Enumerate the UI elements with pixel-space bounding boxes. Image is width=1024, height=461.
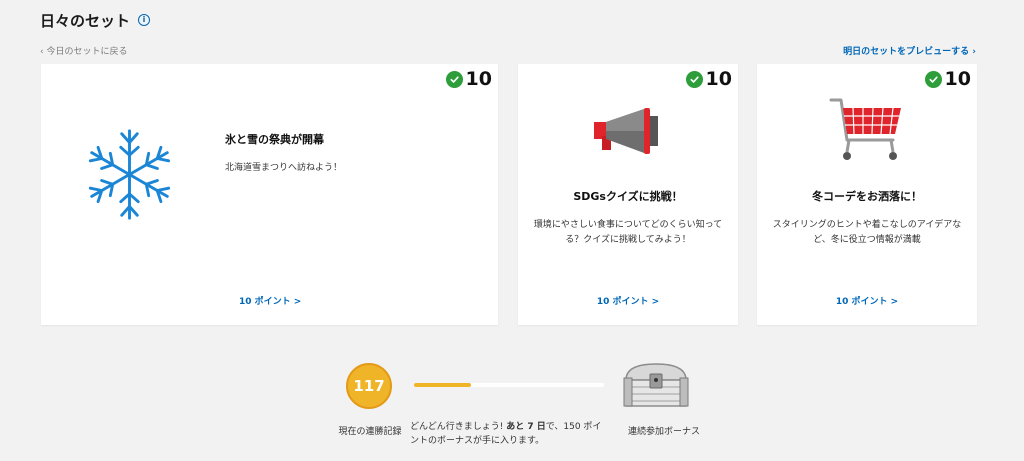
streak-message-pre: どんどん行きましょう! — [410, 422, 507, 432]
points-badge: 10 — [445, 68, 492, 90]
card-title: 氷と雪の祭典が開幕 — [225, 133, 324, 146]
treasure-chest-icon — [622, 360, 690, 412]
page-title-row: 日々のセット i — [40, 10, 151, 31]
streak-message-days: あと 7 日 — [506, 422, 546, 432]
streak-bonus-label: 連続参加ボーナス — [627, 427, 700, 437]
streak-progress-bar — [414, 383, 604, 387]
shopping-cart-icon — [829, 96, 905, 168]
card-description: 環境にやさしい食事についてどのくらい知ってる？クイズに挑戦してみよう！ — [533, 220, 723, 245]
megaphone-icon — [594, 106, 662, 162]
points-link[interactable]: 10 ポイント > — [757, 294, 977, 307]
points-badge: 10 — [685, 68, 732, 90]
streak-label: 現在の連勝記録 — [338, 427, 402, 437]
streak-message: どんどん行きましょう! あと 7 日で、150 ポイントのボーナスが手に入ります… — [410, 420, 608, 448]
card-description: 北海道雪まつりへ訪ねよう！ — [225, 163, 343, 173]
streak-count-badge: 117 — [346, 363, 392, 409]
card-title: SDGsクイズに挑戦！ — [573, 190, 683, 203]
points-badge-value: 10 — [944, 68, 971, 90]
snowflake-icon — [81, 126, 178, 227]
page-title: 日々のセット — [40, 12, 131, 30]
daily-set-card-3[interactable]: 10 冬コーデをお洒落に！ スタイリングのヒントや着こなしのアイデアなど、冬に役… — [757, 64, 977, 325]
card-title: 冬コーデをお洒落に！ — [812, 190, 922, 203]
daily-set-card-2[interactable]: 10 SDGsクイズに挑戦！ 環境にやさしい食事についてどのくらい知ってる？クイ… — [518, 64, 738, 325]
points-badge-value: 10 — [465, 68, 492, 90]
preview-tomorrow-link[interactable]: 明日のセットをプレビューする › — [843, 44, 976, 57]
points-badge-value: 10 — [705, 68, 732, 90]
points-badge: 10 — [924, 68, 971, 90]
streak-progress-fill — [414, 383, 471, 387]
card-description: スタイリングのヒントや着こなしのアイデアなど、冬に役立つ情報が満載 — [772, 220, 962, 245]
back-to-today-link[interactable]: ‹ 今日のセットに戻る — [40, 44, 127, 57]
daily-set-card-1[interactable]: 10 氷と雪の祭典が開幕 北海道雪まつりへ訪ねよう！ 10 ポイント > — [41, 64, 498, 325]
points-link[interactable]: 10 ポイント > — [518, 294, 738, 307]
points-link[interactable]: 10 ポイント > — [239, 294, 301, 307]
check-icon — [685, 70, 703, 88]
info-icon[interactable]: i — [138, 13, 151, 26]
check-icon — [445, 70, 463, 88]
check-icon — [924, 70, 942, 88]
